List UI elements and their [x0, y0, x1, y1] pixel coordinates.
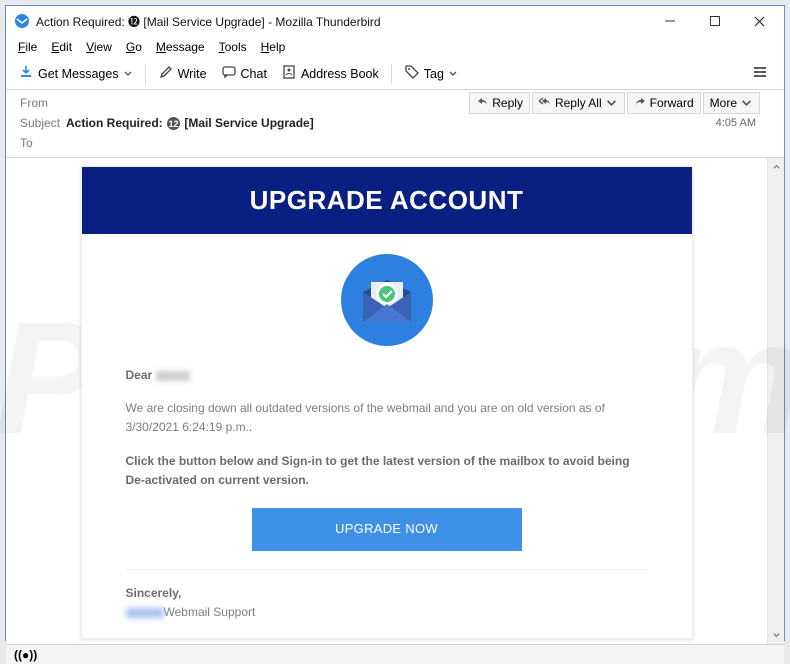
more-button[interactable]: More: [703, 92, 760, 114]
maximize-button[interactable]: [692, 7, 737, 35]
thunderbird-icon: [14, 13, 30, 29]
app-menu-button[interactable]: [746, 61, 774, 86]
tag-button[interactable]: Tag: [398, 61, 464, 86]
statusbar: ((●)): [6, 644, 784, 664]
chat-button[interactable]: Chat: [215, 61, 273, 86]
reply-all-icon: [539, 95, 552, 111]
address-book-button[interactable]: Address Book: [275, 61, 385, 86]
chevron-down-icon: [605, 97, 618, 110]
email-banner: UPGRADE ACCOUNT: [82, 167, 692, 234]
menu-message[interactable]: Message: [150, 38, 211, 56]
forward-icon: [634, 95, 647, 111]
menu-go[interactable]: Go: [120, 38, 148, 56]
address-book-icon: [281, 64, 297, 83]
download-icon: [18, 64, 34, 83]
forward-button[interactable]: Forward: [627, 92, 701, 114]
reply-icon: [476, 95, 489, 111]
window-title: Action Required: ⓬ [Mail Service Upgrade…: [36, 13, 647, 30]
menu-tools[interactable]: Tools: [213, 38, 253, 56]
connection-icon: ((●)): [14, 648, 37, 662]
reply-all-button[interactable]: Reply All: [532, 92, 625, 114]
redacted-name: [156, 371, 190, 381]
scroll-up-icon[interactable]: [768, 158, 784, 175]
menu-edit[interactable]: Edit: [45, 38, 78, 56]
titlebar: Action Required: ⓬ [Mail Service Upgrade…: [6, 6, 784, 36]
email-para2: Click the button below and Sign-in to ge…: [126, 452, 648, 490]
message-body-container: UPGRADE ACCOUNT Dear We are closing down…: [6, 158, 784, 644]
vertical-scrollbar[interactable]: [767, 158, 784, 644]
reply-button[interactable]: Reply: [469, 92, 530, 114]
subject-label: Subject: [6, 116, 66, 130]
thunderbird-window: PCrisk.com Action Required: ⓬ [Mail Serv…: [5, 5, 785, 641]
minimize-button[interactable]: [647, 7, 692, 35]
pencil-icon: [158, 64, 174, 83]
envelope-check-icon: [339, 252, 435, 348]
close-button[interactable]: [737, 7, 782, 35]
email-card: UPGRADE ACCOUNT Dear We are closing down…: [81, 166, 693, 639]
greeting: Dear: [126, 366, 153, 385]
menubar: File Edit View Go Message Tools Help: [6, 36, 784, 58]
upgrade-now-button[interactable]: UPGRADE NOW: [252, 508, 522, 551]
chevron-down-icon: [448, 66, 458, 82]
message-header: Reply Reply All Forward More From Subjec…: [6, 90, 784, 158]
signature: Sincerely, Webmail Support: [126, 584, 648, 622]
time-value: 4:05 AM: [716, 117, 756, 129]
chevron-down-icon: [740, 97, 753, 110]
write-button[interactable]: Write: [152, 61, 213, 86]
message-body: UPGRADE ACCOUNT Dear We are closing down…: [6, 158, 767, 644]
to-label: To: [6, 136, 66, 150]
menu-file[interactable]: File: [12, 38, 43, 56]
email-para1: We are closing down all outdated version…: [126, 399, 648, 437]
chevron-down-icon: [123, 66, 133, 82]
tag-icon: [404, 64, 420, 83]
get-messages-button[interactable]: Get Messages: [12, 61, 139, 86]
chat-icon: [221, 64, 237, 83]
menu-help[interactable]: Help: [255, 38, 292, 56]
divider: [126, 569, 648, 570]
scroll-down-icon[interactable]: [768, 627, 784, 644]
subject-value: Action Required: 12 [Mail Service Upgrad…: [66, 116, 716, 131]
from-label: From: [6, 96, 66, 110]
redacted-signature: [126, 608, 164, 618]
menu-view[interactable]: View: [80, 38, 118, 56]
hamburger-icon: [752, 64, 768, 83]
main-toolbar: Get Messages Write Chat Address Book Tag: [6, 58, 784, 90]
